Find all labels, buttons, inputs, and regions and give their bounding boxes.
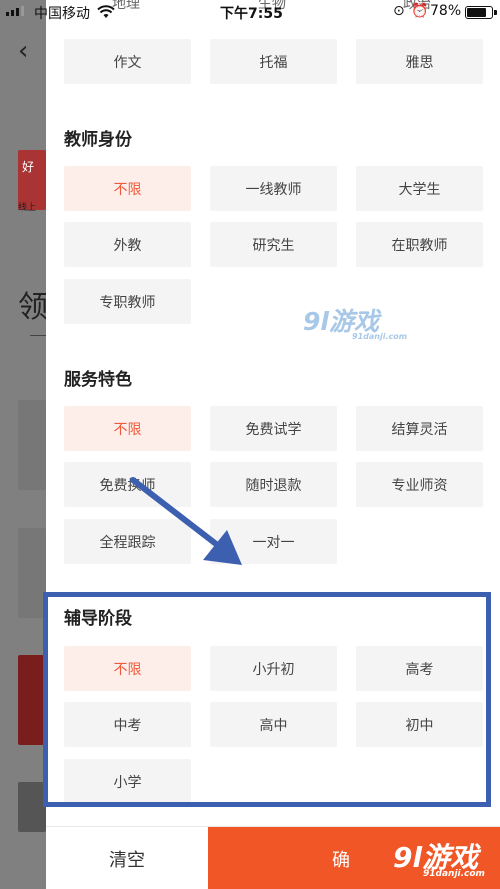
chip-frontline-teacher[interactable]: 一线教师 — [210, 166, 337, 211]
clock: 下午7:55 — [220, 6, 283, 22]
divider — [30, 335, 46, 336]
alarm-icon: ⊙ ⏰ — [393, 3, 430, 19]
chip-professional-faculty[interactable]: 专业师资 — [356, 462, 483, 507]
course-thumbnail-4 — [18, 655, 46, 745]
partial-heading: 领 — [18, 290, 48, 325]
chip-essay[interactable]: 作文 — [64, 39, 191, 84]
chip-service-unlimited[interactable]: 不限 — [64, 406, 191, 451]
battery-percentage: 78% — [430, 3, 462, 19]
chip-foreign-teacher[interactable]: 外教 — [64, 222, 191, 267]
chip-teacher-unlimited[interactable]: 不限 — [64, 166, 191, 211]
chip-fulltime-teacher[interactable]: 专职教师 — [64, 279, 191, 324]
signal-icon — [6, 6, 24, 16]
chip-full-tracking[interactable]: 全程跟踪 — [64, 519, 191, 564]
teacher-identity-title: 教师身份 — [64, 130, 132, 150]
battery-icon — [465, 6, 497, 19]
clear-button[interactable]: 清空 — [46, 827, 208, 889]
course-thumbnail-5 — [18, 782, 46, 832]
chip-free-teacher-change[interactable]: 免费换师 — [64, 462, 191, 507]
confirm-label: 确 — [332, 849, 350, 871]
chip-one-on-one[interactable]: 一对一 — [210, 519, 337, 564]
chip-graduate-student[interactable]: 研究生 — [210, 222, 337, 267]
watermark-url-bottom: 91danji.com — [423, 869, 485, 879]
status-bar: 中国移动 下午7:55 ⊙ ⏰ 78% — [0, 0, 500, 26]
carrier-label: 中国移动 — [34, 6, 90, 22]
chip-refund-anytime[interactable]: 随时退款 — [210, 462, 337, 507]
chip-college-student[interactable]: 大学生 — [356, 166, 483, 211]
course-thumbnail-2 — [18, 400, 46, 490]
watermark-url: 91danji.com — [352, 332, 408, 341]
service-features-title: 服务特色 — [64, 370, 132, 390]
chip-flexible-settlement[interactable]: 结算灵活 — [356, 406, 483, 451]
course-thumbnail-3 — [18, 528, 46, 618]
annotation-highlight-box — [43, 592, 491, 807]
wifi-icon — [97, 5, 115, 18]
chip-ielts[interactable]: 雅思 — [356, 39, 483, 84]
back-chevron-icon[interactable]: ‹ — [18, 36, 28, 66]
chip-free-trial[interactable]: 免费试学 — [210, 406, 337, 451]
thumbnail-caption: 线上 — [18, 203, 37, 213]
chip-inservice-teacher[interactable]: 在职教师 — [356, 222, 483, 267]
chip-toefl[interactable]: 托福 — [210, 39, 337, 84]
